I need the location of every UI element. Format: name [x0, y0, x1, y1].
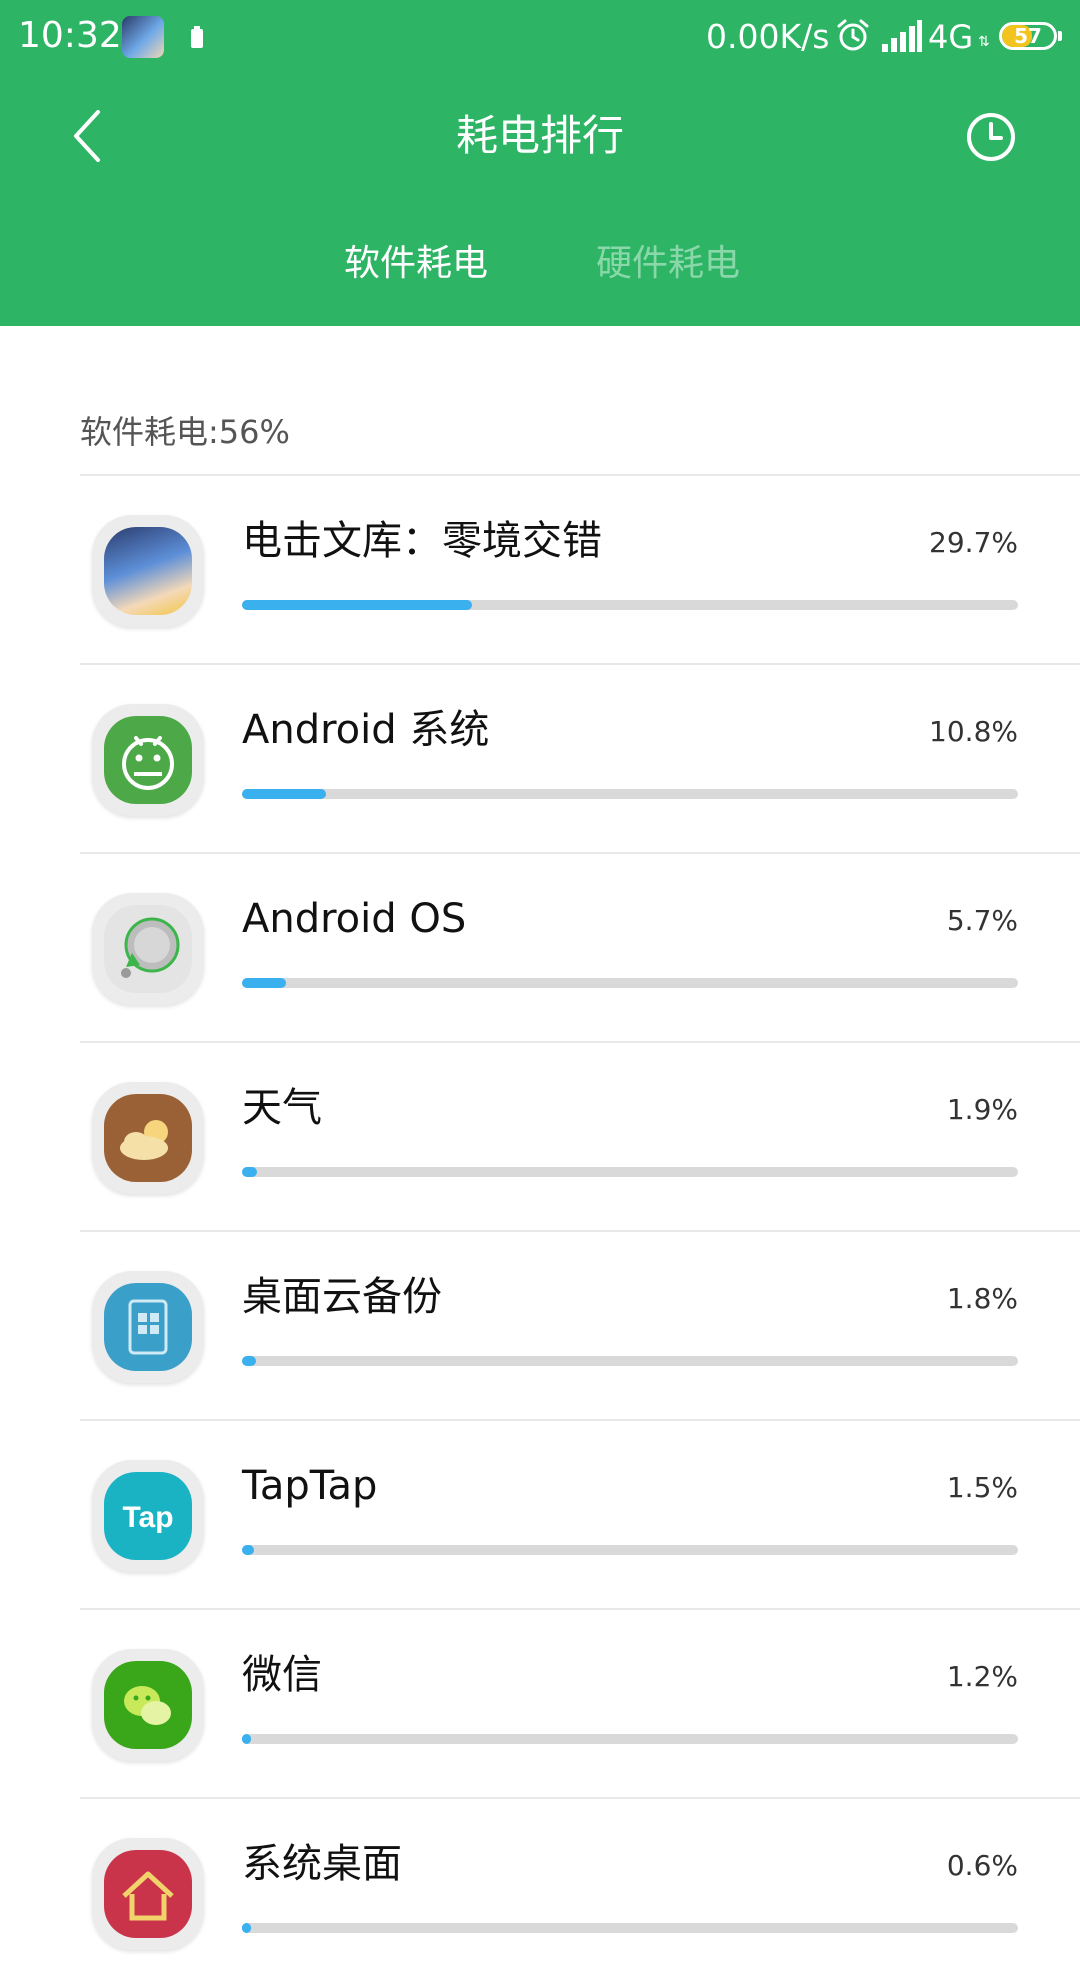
app-icon-frame [92, 515, 204, 627]
app-name: 微信 [242, 1652, 322, 1698]
usage-bar-track [242, 1545, 1018, 1555]
app-header: 10:32 0.00K/s 4G ⇅ 57 耗电排行 软件耗电 硬件耗电 [0, 0, 1080, 326]
battery-tip [1058, 31, 1062, 41]
alarm-icon [837, 19, 869, 51]
software-power-summary: 软件耗电:56% [80, 413, 290, 451]
network-speed: 0.00K/s [706, 17, 830, 56]
app-row[interactable]: 电击文库：零境交错 29.7% [80, 474, 1080, 663]
home-launcher-icon [104, 1850, 192, 1938]
page-title: 耗电排行 [455, 111, 624, 160]
usage-bar-fill [242, 789, 326, 799]
status-time: 10:32 [18, 15, 122, 56]
app-name: 系统桌面 [242, 1841, 402, 1887]
usage-bar-fill [242, 1356, 256, 1366]
app-icon-frame: Tap [92, 1460, 204, 1572]
game-icon [104, 527, 192, 615]
usage-bar-track [242, 1356, 1018, 1366]
app-percent: 1.9% [946, 1093, 1018, 1126]
app-name: TapTap [242, 1463, 378, 1509]
usage-bar-track [242, 1167, 1018, 1177]
app-icon-frame [92, 893, 204, 1005]
app-row[interactable]: 桌面云备份 1.8% [80, 1230, 1080, 1419]
app-row[interactable]: 系统桌面 0.6% [80, 1797, 1080, 1986]
usage-bar-fill [242, 600, 473, 610]
app-icon-frame [92, 1649, 204, 1761]
app-name: 桌面云备份 [242, 1274, 442, 1320]
usage-bar-fill [242, 1545, 254, 1555]
app-name: 电击文库：零境交错 [242, 518, 602, 564]
app-icon-frame [92, 1082, 204, 1194]
clock-icon[interactable] [964, 110, 1018, 164]
app-row[interactable]: Android OS 5.7% [80, 852, 1080, 1041]
taptap-icon: Tap [104, 1472, 192, 1560]
wechat-icon [104, 1661, 192, 1749]
app-icon-frame [92, 1271, 204, 1383]
app-percent: 0.6% [946, 1849, 1018, 1882]
usage-bar-track [242, 789, 1018, 799]
usage-bar-fill [242, 978, 287, 988]
usage-bar-fill [242, 1167, 257, 1177]
app-power-list: 电击文库：零境交错 29.7% Android 系统 10.8% Android OS 5… [80, 474, 1080, 1986]
usage-bar-track [242, 1734, 1018, 1744]
usage-bar-track [242, 978, 1018, 988]
usage-bar-fill [242, 1734, 252, 1744]
app-icon-frame [92, 1838, 204, 1950]
app-name: 天气 [242, 1085, 322, 1131]
usage-bar-fill [242, 1923, 252, 1933]
battery-percent: 57 [1014, 24, 1042, 48]
app-percent: 1.8% [946, 1282, 1018, 1315]
app-percent: 10.8% [929, 715, 1018, 748]
svg-text:Tap: Tap [122, 1501, 173, 1534]
usage-bar-track [242, 1923, 1018, 1933]
app-percent: 29.7% [929, 526, 1018, 559]
android-icon [104, 716, 192, 804]
usage-bar-track [242, 600, 1018, 610]
data-activity-icon: ⇅ [978, 34, 990, 50]
tab-hardware-power[interactable]: 硬件耗电 [596, 240, 740, 288]
app-avatar-icon [122, 16, 164, 58]
tab-software-power[interactable]: 软件耗电 [344, 240, 488, 288]
network-type: 4G [928, 18, 974, 56]
battery-icon: 57 [999, 22, 1057, 50]
android-os-icon [104, 905, 192, 993]
app-row[interactable]: 微信 1.2% [80, 1608, 1080, 1797]
cloud-backup-icon [104, 1283, 192, 1371]
signal-icon [882, 20, 922, 52]
app-row[interactable]: 天气 1.9% [80, 1041, 1080, 1230]
app-icon-frame [92, 704, 204, 816]
weather-icon [104, 1094, 192, 1182]
app-percent: 1.5% [946, 1471, 1018, 1504]
app-percent: 5.7% [946, 904, 1018, 937]
status-bar: 10:32 0.00K/s 4G ⇅ 57 [0, 0, 1080, 74]
app-name: Android OS [242, 896, 467, 942]
app-name: Android 系统 [242, 707, 490, 753]
app-row[interactable]: Android 系统 10.8% [80, 663, 1080, 852]
app-percent: 1.2% [946, 1660, 1018, 1693]
battery-small-icon [191, 26, 203, 48]
app-row[interactable]: Tap TapTap 1.5% [80, 1419, 1080, 1608]
